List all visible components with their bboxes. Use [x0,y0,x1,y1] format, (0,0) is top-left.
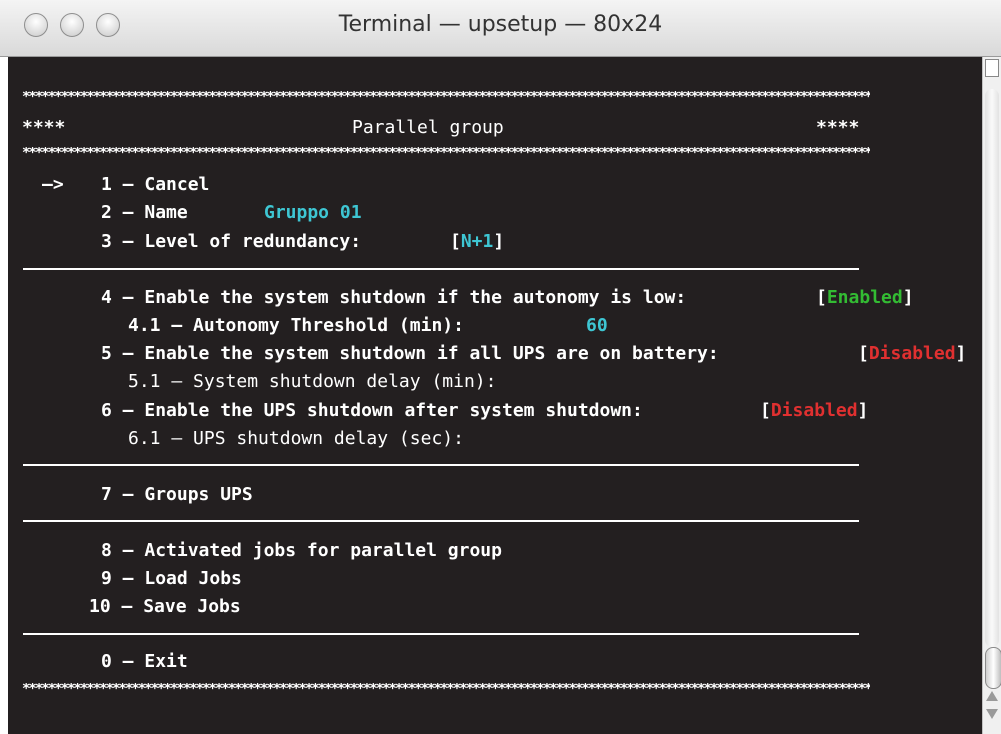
menu-item-save-jobs[interactable]: 10 – Save Jobs [89,593,241,621]
scroll-up-arrow-icon[interactable] [986,691,998,701]
item-number: 5 [101,343,112,364]
divider [23,633,859,635]
page-header: Parallel group [352,117,504,138]
item-number: 2 [101,202,112,223]
status-disabled: Disabled [770,400,858,421]
menu-item-system-shutdown-delay[interactable]: 5.1 – System shutdown delay (min): [128,368,496,396]
menu-item-groups-ups[interactable]: 7 – Groups UPS [101,481,253,509]
redundancy-value: [N+1] [450,231,505,252]
star-border-top: ****************************************… [22,91,870,103]
window-title: Terminal — upsetup — 80x24 [338,12,663,37]
divider [23,520,859,522]
menu-item-battery-shutdown[interactable]: 5 – Enable the system shutdown if all UP… [101,340,719,368]
divider [23,268,859,270]
scroll-thumb[interactable] [985,647,1001,689]
item-number: 8 [101,540,112,561]
vertical-scrollbar[interactable] [982,57,1001,734]
title-bar: Terminal — upsetup — 80x24 [0,0,1001,57]
item-label: UPS shutdown delay (sec): [193,428,464,449]
item-label: Groups UPS [144,484,253,505]
scroll-down-arrow-icon[interactable] [986,709,998,719]
redundancy-text: N+1 [460,231,494,252]
item-number: 6.1 [128,428,161,449]
status-enabled: Enabled [826,287,903,308]
item-number: 7 [101,484,112,505]
item-number: 1 [101,174,112,195]
selection-cursor: —> [42,174,64,195]
item-number: 9 [101,568,112,589]
menu-item-autonomy-shutdown[interactable]: 4 – Enable the system shutdown if the au… [101,284,686,312]
scroll-track[interactable] [985,89,1001,689]
star-border-bottom: ****************************************… [22,683,870,695]
item-number: 6 [101,400,112,421]
autonomy-shutdown-status: [Enabled] [816,287,914,308]
item-label: Activated jobs for parallel group [144,540,502,561]
item-label: System shutdown delay (min): [193,371,497,392]
item-number: 5.1 [128,371,161,392]
item-label: Save Jobs [143,596,241,617]
item-label: Level of redundancy: [144,231,362,252]
menu-item-activated-jobs[interactable]: 8 – Activated jobs for parallel group [101,537,502,565]
star-border-upper: ****************************************… [22,147,870,159]
menu-item-ups-shutdown[interactable]: 6 – Enable the UPS shutdown after system… [101,397,643,425]
item-label: Enable the system shutdown if the autono… [144,287,687,308]
item-number: 10 [89,596,111,617]
terminal-screen[interactable]: ****************************************… [8,57,982,734]
header-right-stars: **** [816,117,860,138]
autonomy-threshold-value: 60 [586,315,608,336]
status-disabled: Disabled [868,343,956,364]
menu-item-name[interactable]: 2 – Name [101,199,188,227]
menu-item-cancel[interactable]: 1 – Cancel [101,171,209,199]
menu-item-autonomy-threshold[interactable]: 4.1 – Autonomy Threshold (min): [128,312,464,340]
item-number: 4 [101,287,112,308]
item-label: Name [144,202,188,223]
menu-item-ups-shutdown-delay[interactable]: 6.1 – UPS shutdown delay (sec): [128,425,464,453]
menu-item-load-jobs[interactable]: 9 – Load Jobs [101,565,242,593]
menu-item-redundancy[interactable]: 3 – Level of redundancy: [101,228,361,256]
item-label: Exit [144,651,188,672]
item-label: Cancel [144,174,210,195]
item-label: Load Jobs [144,568,242,589]
item-number: 3 [101,231,112,252]
item-number: 0 [101,651,112,672]
battery-shutdown-status: [Disabled] [858,343,967,364]
item-label: Autonomy Threshold (min): [193,315,464,336]
group-name-value: Gruppo 01 [264,202,362,223]
item-label: Enable the UPS shutdown after system shu… [144,400,643,421]
item-label: Enable the system shutdown if all UPS ar… [144,343,719,364]
split-view-icon[interactable] [985,59,999,77]
menu-item-exit[interactable]: 0 – Exit [101,648,188,676]
divider [23,464,859,466]
ups-shutdown-status: [Disabled] [760,400,869,421]
header-left-stars: **** [22,117,66,138]
item-number: 4.1 [128,315,161,336]
